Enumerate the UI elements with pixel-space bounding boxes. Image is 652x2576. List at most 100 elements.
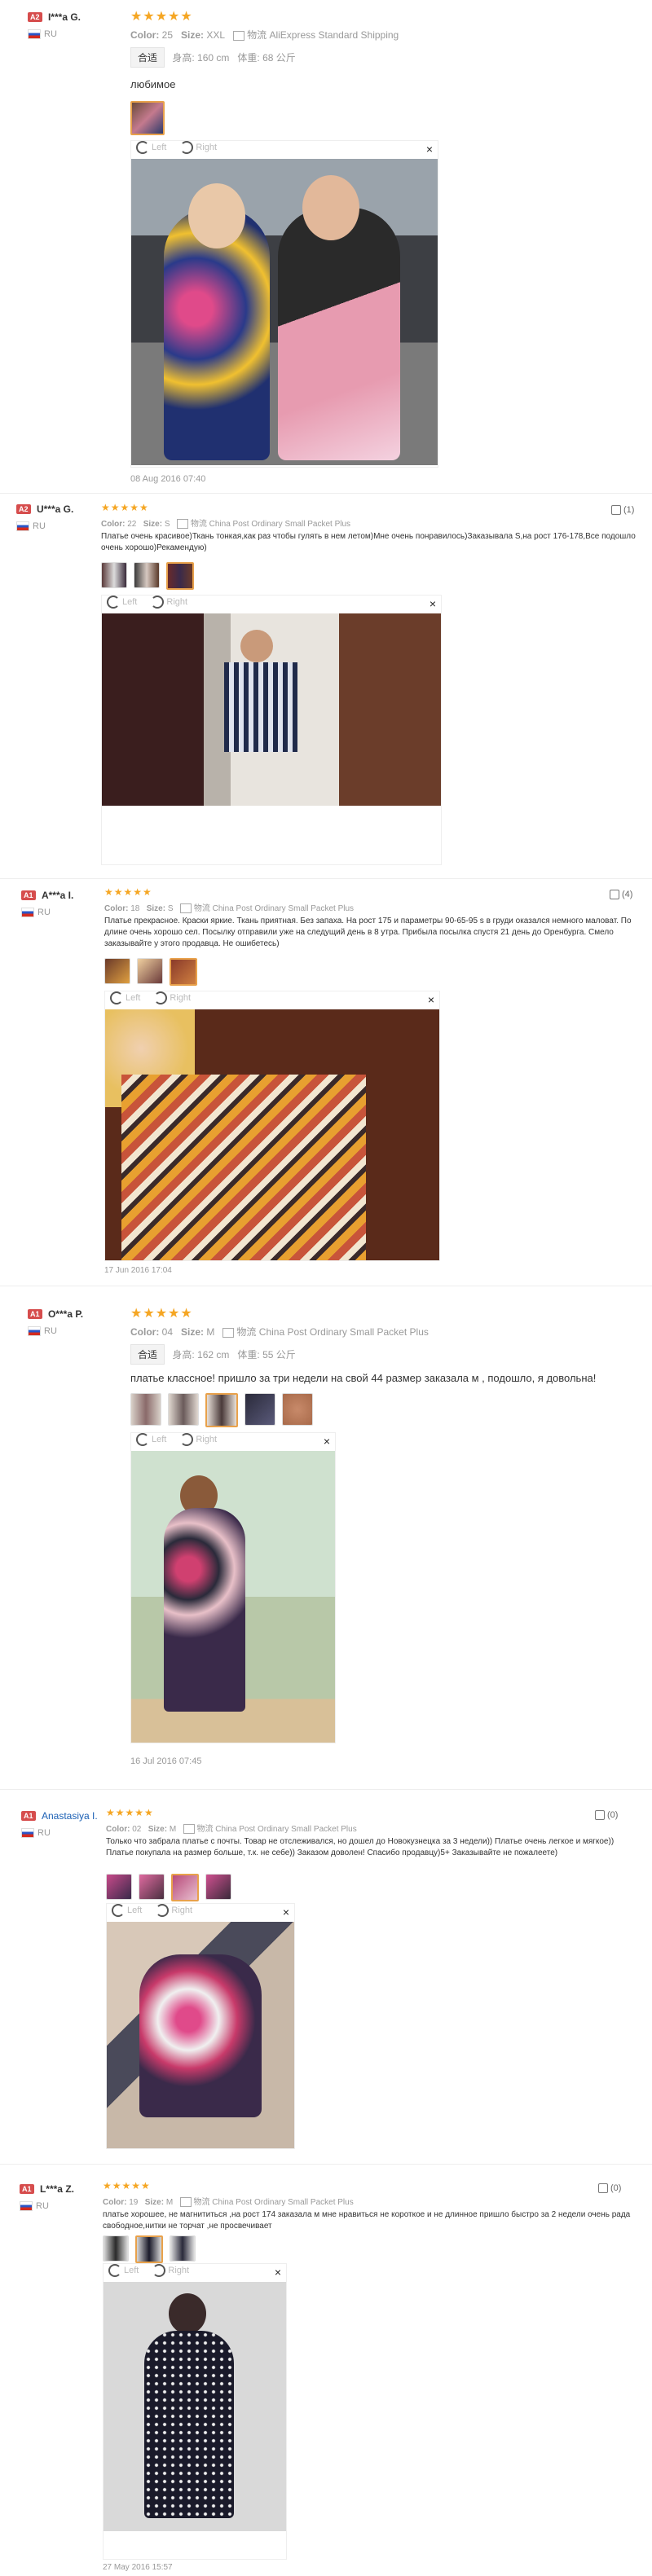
- helpful-button[interactable]: (0): [598, 2183, 621, 2194]
- photo-thumbnail[interactable]: [205, 1393, 238, 1427]
- photo-thumbnail[interactable]: [103, 2235, 129, 2262]
- photo-thumbnail[interactable]: [166, 562, 194, 590]
- photo-thumbnail[interactable]: [170, 958, 197, 986]
- review-divider: [0, 2164, 652, 2165]
- review-text: Только что забрала платье с почты. Товар…: [106, 1837, 615, 1857]
- photo-viewer: Left Right ×: [130, 1432, 336, 1743]
- review-photo: [102, 613, 441, 806]
- shipping-icon: [183, 1824, 195, 1835]
- rotate-left-icon[interactable]: [110, 991, 123, 1004]
- close-icon[interactable]: ×: [428, 993, 434, 1006]
- photo-viewer: Left Right ×: [106, 1903, 295, 2149]
- close-icon[interactable]: ×: [275, 2266, 281, 2279]
- close-icon[interactable]: ×: [283, 1906, 289, 1919]
- photo-thumbnail[interactable]: [130, 101, 165, 135]
- reviewer-info: A1 Anastasiya I. RU: [21, 1809, 98, 1839]
- review-photo: [107, 1922, 294, 2148]
- reviewer-name: A***a I.: [41, 889, 74, 901]
- photo-thumbnail[interactable]: [205, 1874, 231, 1900]
- reviewer-info: A1 L***a Z. RU: [20, 2182, 74, 2212]
- review-date: 08 Aug 2016 07:40: [130, 474, 206, 484]
- shipping-method: China Post Ordinary Small Packet Plus: [258, 1326, 429, 1338]
- viewer-toolbar: Left Right ×: [104, 2264, 286, 2280]
- photo-thumbnail[interactable]: [282, 1393, 313, 1426]
- thumbs-up-icon: [598, 2183, 608, 2194]
- reviewer-info: A2 I***a G. RU: [28, 10, 81, 40]
- rotate-right-icon[interactable]: [156, 1904, 170, 1917]
- rotate-right-icon[interactable]: [180, 1433, 194, 1446]
- photo-thumbnail[interactable]: [170, 2235, 196, 2262]
- review-2: A2 U***a G. RU (1) ★★★★★ Color: 22 Size:…: [0, 497, 652, 872]
- buyer-level-badge: A1: [28, 1308, 42, 1319]
- helpful-button[interactable]: (0): [595, 1810, 618, 1821]
- rotate-right-icon[interactable]: [151, 596, 165, 609]
- review-divider: [0, 878, 652, 879]
- review-3: A1 A***a I. RU (4) ★★★★★ Color: 18 Size:…: [0, 880, 652, 1287]
- close-icon[interactable]: ×: [430, 597, 436, 610]
- fit-tag: 合适: [130, 1344, 165, 1365]
- photo-thumbnails: [103, 2235, 196, 2263]
- russia-flag-icon: [20, 2201, 33, 2212]
- photo-thumbnails: [104, 958, 197, 986]
- rotate-right-icon[interactable]: [180, 141, 194, 154]
- height-info: 身高: 162 cm: [172, 1349, 230, 1361]
- order-meta: Color: 19 Size: M 物流 China Post Ordinary…: [103, 2197, 354, 2208]
- star-rating: ★★★★★: [130, 1307, 193, 1321]
- shipping-icon: [179, 2197, 192, 2208]
- helpful-button[interactable]: (4): [610, 890, 632, 900]
- photo-thumbnails: [101, 562, 194, 590]
- order-meta: Color: 25 Size: XXL 物流 AliExpress Standa…: [130, 29, 399, 41]
- photo-thumbnail[interactable]: [101, 562, 127, 588]
- russia-flag-icon: [28, 29, 41, 40]
- photo-thumbnail[interactable]: [171, 1874, 199, 1901]
- photo-thumbnail[interactable]: [134, 562, 160, 588]
- reviewer-name[interactable]: Anastasiya I.: [42, 1810, 98, 1822]
- shipping-method: AliExpress Standard Shipping: [269, 29, 399, 41]
- close-icon[interactable]: ×: [426, 143, 433, 156]
- photo-thumbnail[interactable]: [139, 1874, 165, 1900]
- photo-viewer: Left Right ×: [101, 595, 442, 865]
- rotate-right-icon[interactable]: [154, 991, 168, 1004]
- review-text: платье хорошее, не магнититься ,на рост …: [103, 2210, 631, 2231]
- rotate-left-icon[interactable]: [136, 141, 149, 154]
- shipping-icon: [179, 903, 192, 914]
- weight-info: 体重: 55 公斤: [237, 1349, 296, 1361]
- photo-thumbnail[interactable]: [244, 1393, 275, 1426]
- review-6: A1 L***a Z. RU (0) ★★★★★ Color: 19 Size:…: [0, 2167, 652, 2574]
- viewer-toolbar: Left Right ×: [105, 991, 439, 1008]
- photo-thumbnail[interactable]: [137, 958, 163, 984]
- reviewer-country: RU: [21, 908, 73, 918]
- buyer-level-badge: A1: [21, 890, 36, 900]
- review-divider: [0, 493, 652, 494]
- photo-thumbnail[interactable]: [106, 1874, 132, 1900]
- review-text: любимое: [130, 78, 176, 90]
- body-info: 合适 身高: 160 cm 体重: 68 公斤: [130, 47, 296, 68]
- thumbs-up-icon: [595, 1810, 605, 1821]
- rotate-left-icon[interactable]: [107, 596, 120, 609]
- rotate-left-icon[interactable]: [108, 2264, 121, 2277]
- star-rating: ★★★★★: [130, 10, 193, 24]
- photo-thumbnail[interactable]: [135, 2235, 163, 2263]
- photo-thumbnail[interactable]: [130, 1393, 161, 1426]
- reviewer-name: U***a G.: [36, 503, 74, 515]
- photo-viewer: Left Right ×: [104, 991, 440, 1261]
- rotate-left-icon[interactable]: [112, 1904, 125, 1917]
- weight-info: 体重: 68 公斤: [237, 52, 296, 64]
- reviewer-info: A2 U***a G. RU: [16, 502, 74, 532]
- viewer-toolbar: Left Right ×: [131, 141, 438, 157]
- review-text: Платье прекрасное. Краски яркие. Ткань п…: [104, 917, 632, 948]
- order-meta: Color: 22 Size: S 物流 China Post Ordinary…: [101, 519, 351, 530]
- photo-thumbnail[interactable]: [168, 1393, 199, 1426]
- photo-thumbnails: [130, 1393, 313, 1427]
- review-divider: [0, 1789, 652, 1790]
- viewer-toolbar: Left Right ×: [102, 596, 441, 612]
- close-icon[interactable]: ×: [324, 1435, 330, 1448]
- rotate-left-icon[interactable]: [136, 1433, 149, 1446]
- reviewer-name: O***a P.: [47, 1308, 84, 1320]
- rotate-right-icon[interactable]: [152, 2264, 166, 2277]
- helpful-button[interactable]: (1): [611, 505, 634, 516]
- photo-thumbnail[interactable]: [104, 958, 130, 984]
- reviewer-name: I***a G.: [47, 11, 81, 23]
- review-photo: [131, 1451, 335, 1743]
- review-date: 17 Jun 2016 17:04: [104, 1266, 172, 1275]
